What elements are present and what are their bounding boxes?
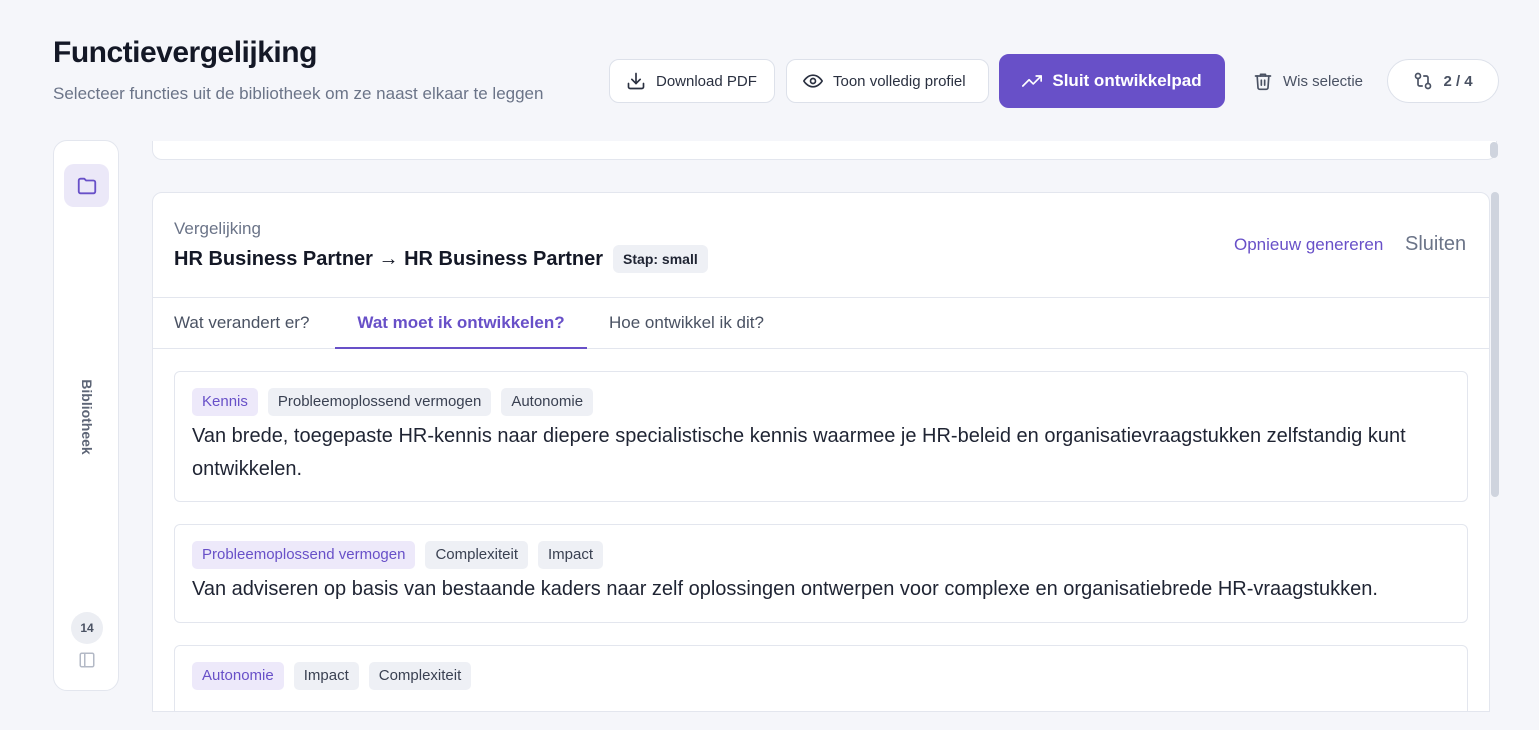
chip-primary: Probleemoplossend vermogen [192,541,416,569]
library-count-badge: 14 [71,612,103,644]
download-pdf-button[interactable]: Download PDF [609,59,775,103]
page-title: Functievergelijking [53,36,317,69]
download-pdf-label: Download PDF [656,72,757,90]
item-text: Van adviseren op basis van bestaande kad… [192,578,1378,600]
chip: Autonomie [501,388,594,416]
comparison-tabs: Wat verandert er? Wat moet ik ontwikkele… [153,297,1489,349]
folder-icon [77,177,96,194]
show-full-profile-button[interactable]: Toon volledig profiel [786,59,989,103]
development-item: Probleemoplossend vermogen Complexiteit … [174,524,1468,623]
library-folder-button[interactable] [64,164,109,207]
close-comparison-link[interactable]: Sluiten [1405,233,1466,256]
chip: Complexiteit [368,662,472,690]
clear-selection-button[interactable]: Wis selectie [1243,59,1373,103]
page-subtitle: Selecteer functies uit de bibliotheek om… [53,84,544,103]
development-item: Autonomie Impact Complexiteit [174,645,1468,711]
comparison-heading-row: HR Business Partner → HR Business Partne… [174,245,708,273]
selected-functions-strip [152,141,1497,160]
show-full-profile-label: Toon volledig profiel [833,72,966,90]
toolbar: Download PDF Toon volledig profiel Sluit… [609,54,1500,108]
tab-what-to-develop[interactable]: Wat moet ik ontwikkelen? [335,298,587,349]
sidebar-panel-icon[interactable] [78,651,96,669]
item-chips: Probleemoplossend vermogen Complexiteit … [192,541,603,569]
trending-up-icon [1022,75,1043,87]
regenerate-link[interactable]: Opnieuw genereren [1234,235,1383,255]
tab-what-changes[interactable]: Wat verandert er? [174,298,309,349]
close-development-path-label: Sluit ontwikkelpad [1052,71,1202,90]
selection-count-label: 2 / 4 [1443,72,1473,90]
comparison-label: Vergelijking [174,219,261,238]
chip-primary: Autonomie [192,662,284,690]
item-chips: Kennis Probleemoplossend vermogen Autono… [192,388,594,416]
development-item: Kennis Probleemoplossend vermogen Autono… [174,371,1468,502]
item-chips: Autonomie Impact Complexiteit [192,662,472,690]
chip: Impact [537,541,603,569]
chip: Impact [293,662,359,690]
close-development-path-button[interactable]: Sluit ontwikkelpad [999,54,1225,108]
chip: Complexiteit [425,541,528,569]
library-sidebar: Bibliotheek 14 [53,140,119,691]
comparison-card: Vergelijking HR Business Partner → HR Bu… [152,192,1490,712]
chip: Probleemoplossend vermogen [267,388,492,416]
trash-icon [1254,73,1272,91]
main-scrollbar[interactable] [1491,192,1499,497]
comparison-heading: HR Business Partner → HR Business Partne… [174,247,604,270]
item-text: Van brede, toegepaste HR-kennis naar die… [192,425,1406,480]
selection-count-button[interactable]: 2 / 4 [1387,59,1500,103]
strip-scrollbar[interactable] [1490,142,1498,158]
chip-primary: Kennis [192,388,258,416]
library-vertical-label[interactable]: Bibliotheek [79,379,95,454]
git-compare-icon [1415,72,1432,90]
page: Functievergelijking Selecteer functies u… [0,0,1539,730]
clear-selection-label: Wis selectie [1283,72,1364,90]
tab-how-to-develop[interactable]: Hoe ontwikkel ik dit? [609,298,764,349]
download-icon [627,72,645,90]
step-badge: Stap: small [613,245,708,273]
eye-icon [803,74,823,88]
